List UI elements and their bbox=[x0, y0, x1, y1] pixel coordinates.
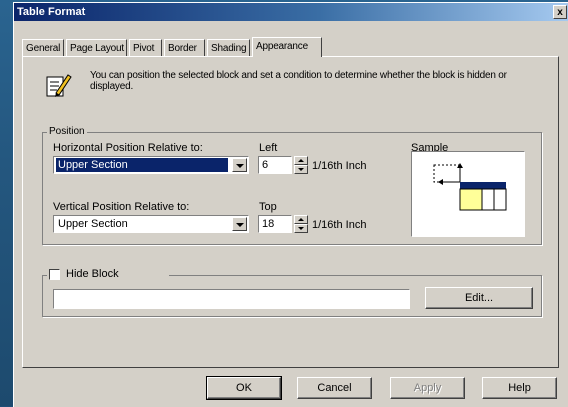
sample-preview bbox=[411, 151, 525, 237]
tab-border[interactable]: Border bbox=[164, 39, 205, 56]
edit-button[interactable]: Edit... bbox=[425, 287, 533, 309]
horizontal-position-select[interactable]: Upper Section bbox=[53, 156, 249, 174]
tab-shading[interactable]: Shading bbox=[207, 39, 250, 56]
spin-down-icon[interactable] bbox=[294, 224, 308, 233]
horizontal-position-value: Upper Section bbox=[56, 158, 228, 172]
edit-pencil-icon bbox=[46, 74, 72, 97]
spin-up-icon[interactable] bbox=[294, 215, 308, 224]
close-icon[interactable]: x bbox=[553, 5, 567, 19]
chevron-down-icon[interactable] bbox=[232, 158, 247, 172]
chevron-down-icon[interactable] bbox=[232, 217, 247, 231]
apply-button[interactable]: Apply bbox=[390, 377, 465, 399]
hide-condition-field[interactable] bbox=[53, 289, 410, 309]
ok-button[interactable]: OK bbox=[206, 376, 282, 400]
position-group-label: Position bbox=[47, 126, 87, 137]
sample-diagram bbox=[433, 163, 507, 211]
left-spinner[interactable] bbox=[294, 156, 308, 174]
left-input[interactable]: 6 bbox=[258, 156, 292, 174]
horizontal-position-label: Horizontal Position Relative to: bbox=[53, 142, 203, 154]
hide-block-legend: Hide Block bbox=[47, 268, 169, 281]
tab-pivot[interactable]: Pivot bbox=[129, 39, 162, 56]
vertical-position-value: Upper Section bbox=[58, 218, 128, 230]
vertical-position-label: Vertical Position Relative to: bbox=[53, 201, 190, 213]
help-button[interactable]: Help bbox=[482, 377, 557, 399]
info-text: You can position the selected block and … bbox=[90, 70, 507, 92]
hide-block-label: Hide Block bbox=[66, 268, 119, 280]
tab-page-layout[interactable]: Page Layout bbox=[66, 39, 127, 56]
vertical-position-select[interactable]: Upper Section bbox=[53, 215, 249, 233]
window-title: Table Format bbox=[17, 6, 86, 18]
left-unit-label: 1/16th Inch bbox=[312, 160, 367, 172]
title-bar[interactable]: Table Format x bbox=[14, 3, 568, 21]
hide-block-checkbox[interactable] bbox=[49, 269, 60, 280]
spin-up-icon[interactable] bbox=[294, 156, 308, 165]
cancel-button[interactable]: Cancel bbox=[297, 377, 372, 399]
spin-down-icon[interactable] bbox=[294, 165, 308, 174]
top-input[interactable]: 18 bbox=[258, 215, 292, 233]
tab-appearance[interactable]: Appearance bbox=[252, 37, 322, 57]
tab-general[interactable]: General bbox=[22, 39, 64, 56]
top-unit-label: 1/16th Inch bbox=[312, 219, 367, 231]
table-format-dialog: Table Format x General Page Layout Pivot… bbox=[13, 2, 568, 407]
left-label: Left bbox=[259, 142, 278, 154]
top-label: Top bbox=[259, 201, 277, 213]
top-spinner[interactable] bbox=[294, 215, 308, 233]
